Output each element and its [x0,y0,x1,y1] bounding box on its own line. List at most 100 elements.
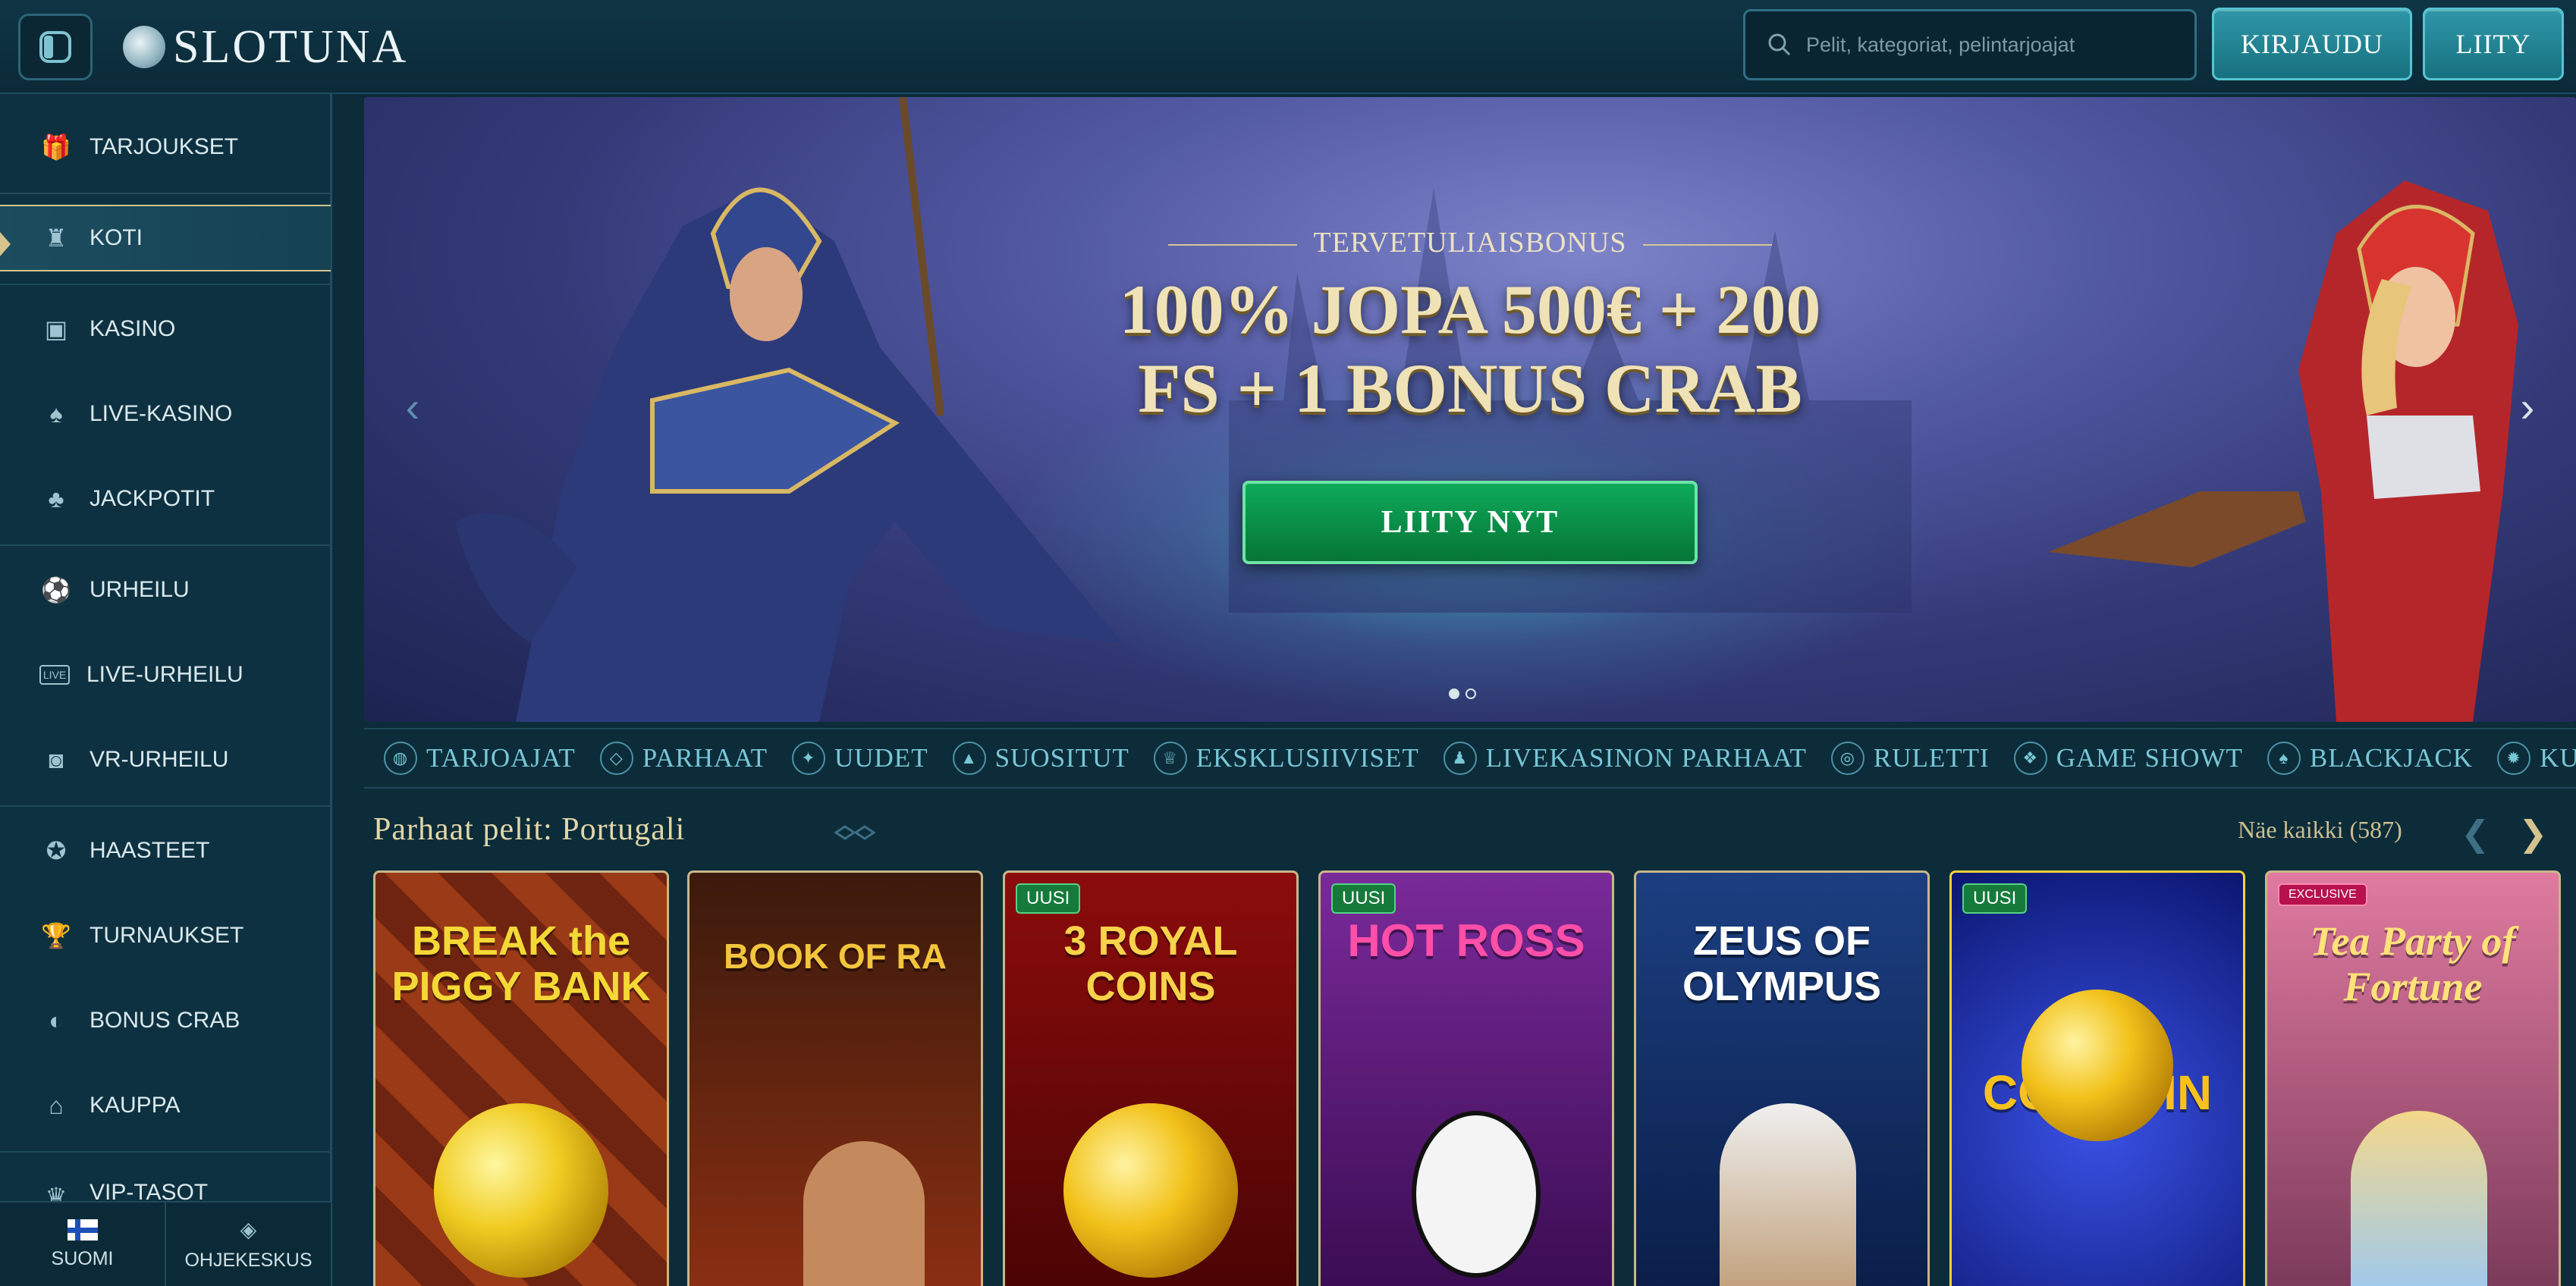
promo-banner[interactable]: TERVETULIAISBONUS 100% JOPA 500€ + 200 F… [364,97,2576,722]
login-button[interactable]: KIRJAUDU [2212,8,2412,80]
game-title: ZEUS OF OLYMPUS [1682,918,1882,1009]
sidebar-item-label: VR-URHEILU [90,747,229,772]
sidebar-item-live-urheilu[interactable]: LIVE LIVE-URHEILU [0,637,331,713]
game-title: HOT ROSS [1347,915,1585,966]
games-carousel: BREAK the PIGGY BANK BOOK OF RA UUSI 3 R… [373,870,2576,1286]
category-icon: ◇ [599,742,633,775]
sidebar-item-bonus-crab[interactable]: ◐ BONUS CRAB [0,983,331,1059]
category-ruletti[interactable]: ◎ RULETTI [1830,742,1990,775]
sidebar-item-haasteet[interactable]: ✪ HAASTEET [0,813,331,889]
game-card[interactable]: ZEUS OF OLYMPUS [1634,870,1930,1286]
category-label: PARHAAT [642,743,768,773]
sidebar-item-label: KAUPPA [90,1093,181,1118]
game-card[interactable]: UUSI HOT ROSS [1318,870,1614,1286]
sidebar-item-live-kasino[interactable]: ♠ LIVE-KASINO [0,376,331,452]
category-strip: ◍ TARJOAJAT ◇ PARHAAT ✦ UUDET ▲ SUOSITUT ♕ EK… [364,728,2576,789]
banner-prev-arrow[interactable]: ‹ [390,383,435,431]
alice-character-art [2351,1111,2487,1286]
category-label: EKSKLUSIIVISET [1195,743,1419,773]
game-card[interactable]: EXCLUSIVE Tea Party of Fortune [2265,870,2561,1286]
sidebar-item-jackpotit[interactable]: ♣ JACKPOTIT [0,461,331,537]
sidebar-toggle-button[interactable] [18,14,93,80]
help-center-link[interactable]: ◈ OHJEKESKUS [165,1203,331,1286]
banner-dot[interactable] [1465,688,1476,699]
search-icon [1768,33,1791,56]
games-next-arrow[interactable]: ❯ [2518,813,2548,854]
category-icon: ✦ [791,742,825,775]
logo-text: SLOTUNA [173,20,409,73]
sidebar-item-label: KASINO [90,316,176,341]
category-label: UUDET [834,743,928,773]
category-tarjoajat[interactable]: ◍ TARJOAJAT [384,742,576,775]
search-box[interactable] [1743,9,2197,80]
sidebar-item-label: LIVE-KASINO [90,401,233,426]
sidebar-item-vr-urheilu[interactable]: ◙ VR-URHEILU [0,722,331,798]
game-title: Tea Party of Fortune [2310,918,2516,1009]
sidebar-toggle-icon [39,31,71,63]
finland-flag-icon [67,1219,98,1241]
category-blackjack[interactable]: ♠ BLACKJACK [2267,742,2473,775]
sidebar-item-koti[interactable]: ♜ KOTI [0,205,331,271]
help-icon: ◈ [240,1218,257,1241]
category-label: GAME SHOWT [2056,743,2243,773]
category-label: SUOSITUT [994,743,1129,773]
shop-icon: ⌂ [49,1091,64,1119]
coin-art [2022,990,2173,1141]
sidebar-item-urheilu[interactable]: ⚽ URHEILU [0,552,331,628]
category-icon: ❖ [2013,742,2047,775]
zeus-art [1720,1103,1856,1286]
category-game-showt[interactable]: ❖ GAME SHOWT [2013,742,2243,775]
sidebar-footer: SUOMI ◈ OHJEKESKUS [0,1201,331,1286]
category-icon: ♕ [1153,742,1187,775]
vr-sport-icon: ◙ [49,745,64,773]
category-uudet[interactable]: ✦ UUDET [791,742,928,775]
badge-icon: ✪ [46,837,67,864]
search-input[interactable] [1806,33,2170,57]
gift-icon: 🎁 [41,133,71,161]
live-badge-icon: LIVE [39,665,70,685]
clover-icon: ♣ [48,485,64,513]
soccer-ball-icon: ⚽ [41,576,71,604]
sidebar-item-kauppa[interactable]: ⌂ KAUPPA [0,1068,331,1143]
game-card[interactable]: UUSI 3 ROYAL COINS [1003,870,1299,1286]
site-logo[interactable]: SLOTUNA [123,17,408,77]
join-now-button[interactable]: LIITY NYT [1242,481,1698,564]
language-selector[interactable]: SUOMI [0,1203,165,1286]
sidebar-item-label: TURNAUKSET [90,923,244,948]
category-label: TARJOAJAT [426,743,576,773]
category-label: BLACKJACK [2309,743,2474,773]
explorer-art [803,1141,925,1286]
category-eksklusiiviset[interactable]: ♕ EKSKLUSIIVISET [1153,742,1419,775]
banner-dot[interactable] [1449,688,1459,699]
banner-next-arrow[interactable]: › [2505,383,2550,431]
cards-icon: ♠ [49,400,63,428]
game-card[interactable]: UUSI COIN WIN [1949,870,2245,1286]
category-icon: ♠ [2267,742,2301,775]
category-label: LIVEKASINON PARHAAT [1485,743,1807,773]
top-bar: SLOTUNA KIRJAUDU LIITY [0,0,2576,94]
help-label: OHJEKESKUS [184,1250,313,1271]
sidebar-item-label: LIVE-URHEILU [86,662,243,687]
game-title: BOOK OF RA [724,936,947,976]
exclusive-badge: EXCLUSIVE [2278,883,2367,906]
sidebar-item-tarjoukset[interactable]: 🎁 TARJOUKSET [0,109,331,185]
see-all-link[interactable]: Näe kaikki (587) [2238,816,2402,844]
category-parhaat[interactable]: ◇ PARHAAT [599,742,768,775]
link-chain-icon [833,823,878,842]
new-badge: UUSI [1016,883,1081,914]
game-card[interactable]: BOOK OF RA [687,870,983,1286]
banner-headline-line2: FS + 1 BONUS CRAB [1138,350,1802,427]
category-suositut[interactable]: ▲ SUOSITUT [952,742,1129,775]
game-card[interactable]: BREAK the PIGGY BANK [373,870,669,1286]
category-icon: ✹ [2497,742,2531,775]
games-prev-arrow[interactable]: ❮ [2461,813,2490,854]
sidebar-item-turnaukset[interactable]: 🏆 TURNAUKSET [0,898,331,974]
sidebar: 🎁 TARJOUKSET ♜ KOTI ▣ KASINO ♠ LIVE-KASI… [0,94,332,1286]
sidebar-item-label: KOTI [90,225,143,250]
category-kuum[interactable]: ✹ KUUM [2497,742,2576,775]
category-label: KUUM [2540,743,2576,773]
category-icon: ▲ [952,742,986,775]
category-livekasinon-parhaat[interactable]: ♟ LIVEKASINON PARHAAT [1443,742,1807,775]
sidebar-item-kasino[interactable]: ▣ KASINO [0,291,331,367]
join-button[interactable]: LIITY [2423,8,2564,80]
